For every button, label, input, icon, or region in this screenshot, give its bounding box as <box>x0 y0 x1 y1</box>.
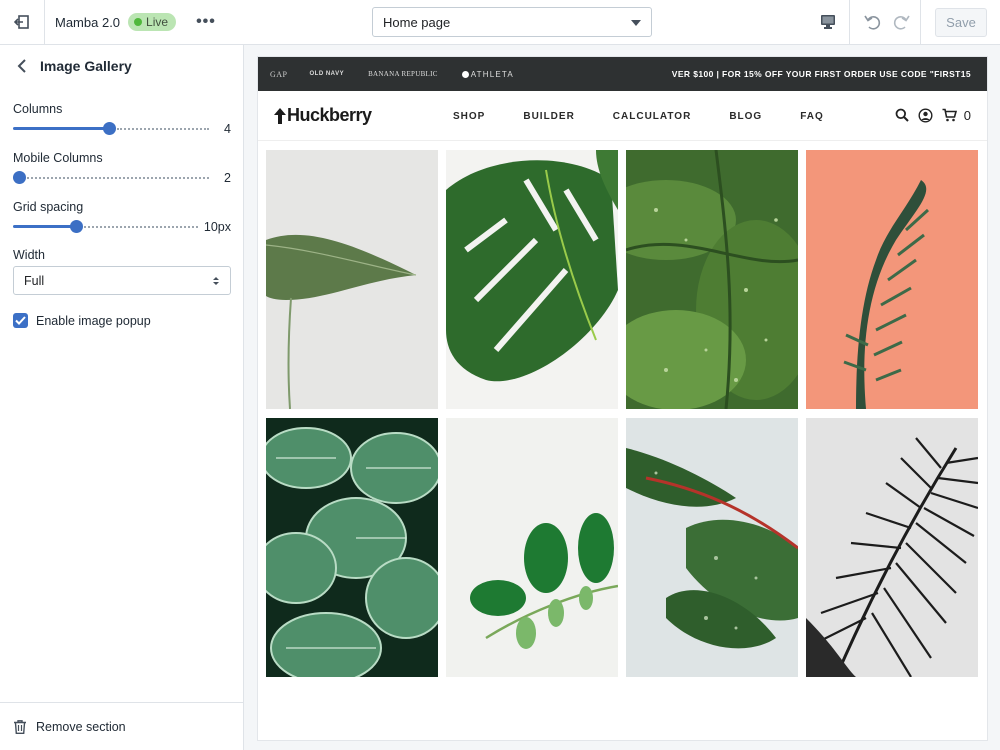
gallery-image-zz-branch[interactable] <box>446 418 618 677</box>
gallery-image-hosta-dew[interactable] <box>626 150 798 409</box>
theme-name: Mamba 2.0 <box>55 14 121 30</box>
gallery-image-single-leaf[interactable] <box>266 150 438 409</box>
sidebar-header: Image Gallery <box>0 45 243 87</box>
brand-athleta-label: ATHLETA <box>470 69 514 79</box>
logo-arrow-icon <box>274 107 286 124</box>
more-actions-button[interactable]: ••• <box>196 13 216 31</box>
slider-thumb[interactable] <box>103 122 116 135</box>
slider-track <box>27 177 209 179</box>
account-icon[interactable] <box>918 107 934 123</box>
brand-gap[interactable]: GAP <box>270 70 288 79</box>
nav-link-calculator[interactable]: CALCULATOR <box>613 111 692 122</box>
gallery-image-palm-bw[interactable] <box>806 418 978 677</box>
settings-sidebar: Image Gallery Columns 4 Mobile Columns 2… <box>0 45 244 750</box>
exit-icon <box>14 15 29 29</box>
checkmark-icon <box>15 316 26 325</box>
gallery-image-monstera[interactable] <box>446 150 618 409</box>
mobile-columns-slider[interactable] <box>13 171 209 184</box>
columns-value: 4 <box>224 122 231 136</box>
grid-spacing-slider[interactable] <box>13 220 198 233</box>
width-label: Width <box>13 248 45 262</box>
image-gallery-grid <box>266 150 980 677</box>
trash-icon <box>14 719 26 734</box>
nav-link-faq[interactable]: FAQ <box>800 111 824 122</box>
brand-banana-republic[interactable]: BANANA REPUBLIC <box>368 70 438 78</box>
cart-count: 0 <box>963 107 971 123</box>
desktop-preview-button[interactable] <box>806 0 850 44</box>
page-select[interactable]: Home page <box>372 7 652 37</box>
status-badge-label: Live <box>146 15 169 29</box>
athleta-logo-icon <box>461 70 469 78</box>
back-button[interactable] <box>14 58 30 74</box>
brand-athleta[interactable]: ATHLETA <box>461 69 514 79</box>
nav-icons: 0 <box>894 107 971 123</box>
slider-thumb[interactable] <box>70 220 83 233</box>
width-select[interactable]: Full <box>13 266 231 295</box>
nav-link-blog[interactable]: BLOG <box>729 111 762 122</box>
site-logo[interactable]: Huckberry <box>274 105 372 126</box>
nav-link-shop[interactable]: SHOP <box>453 111 485 122</box>
undo-icon <box>864 15 881 30</box>
site-logo-text: Huckberry <box>287 105 372 125</box>
search-icon[interactable] <box>894 107 910 123</box>
redo-button[interactable] <box>888 0 916 44</box>
storefront-preview: GAP OLD NAVY BANANA REPUBLIC ATHLETA VER… <box>258 57 987 740</box>
live-dot-icon <box>134 18 143 26</box>
cart-icon[interactable] <box>942 107 958 123</box>
chevron-left-icon <box>17 59 26 73</box>
popup-checkbox-label: Enable image popup <box>36 313 151 328</box>
slider-fill <box>13 127 109 130</box>
grid-spacing-value: 10px <box>203 220 231 234</box>
remove-section-label: Remove section <box>36 719 126 734</box>
nav-links: SHOP BUILDER CALCULATOR BLOG FAQ <box>453 111 862 122</box>
exit-editor-button[interactable] <box>0 0 45 44</box>
columns-label: Columns <box>13 102 63 116</box>
promo-text: VER $100 | FOR 15% OFF YOUR FIRST ORDER … <box>671 69 971 79</box>
slider-track <box>84 226 198 228</box>
width-select-value: Full <box>24 273 45 288</box>
slider-thumb[interactable] <box>13 171 26 184</box>
gallery-image-calathea[interactable] <box>266 418 438 677</box>
nav-link-builder[interactable]: BUILDER <box>523 111 574 122</box>
redo-icon <box>893 15 910 30</box>
slider-fill <box>13 225 76 228</box>
topbar-divider <box>920 0 921 44</box>
site-nav: Huckberry SHOP BUILDER CALCULATOR BLOG F… <box>258 91 987 141</box>
popup-checkbox-row: Enable image popup <box>13 313 151 328</box>
select-arrows-icon <box>213 277 219 285</box>
chevron-down-icon <box>631 20 641 26</box>
status-badge: Live <box>128 13 177 31</box>
remove-section-button[interactable]: Remove section <box>0 702 243 750</box>
mobile-columns-label: Mobile Columns <box>13 151 103 165</box>
undo-button[interactable] <box>858 0 886 44</box>
section-title: Image Gallery <box>40 58 132 74</box>
top-bar: Mamba 2.0 Live ••• Home page Save <box>0 0 1000 45</box>
popup-checkbox[interactable] <box>13 313 28 328</box>
mobile-columns-value: 2 <box>224 171 231 185</box>
desktop-icon <box>820 15 835 29</box>
promo-bar: GAP OLD NAVY BANANA REPUBLIC ATHLETA VER… <box>258 57 987 91</box>
grid-spacing-label: Grid spacing <box>13 200 84 214</box>
columns-slider[interactable] <box>13 122 209 135</box>
gallery-image-fern-coral[interactable] <box>806 150 978 409</box>
save-button[interactable]: Save <box>935 8 987 37</box>
gallery-image-wet-leaves[interactable] <box>626 418 798 677</box>
brand-old-navy[interactable]: OLD NAVY <box>310 71 345 77</box>
page-select-value: Home page <box>383 14 451 30</box>
